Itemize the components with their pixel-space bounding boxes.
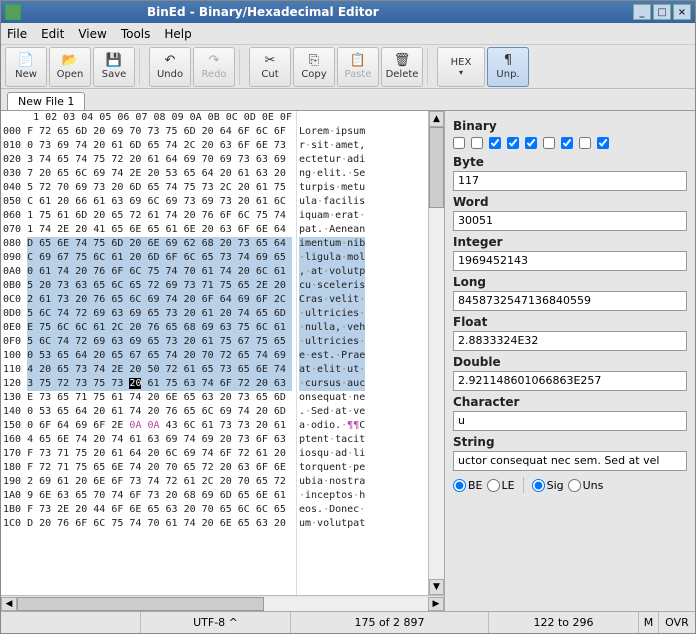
status-ovr[interactable]: OVR (659, 612, 695, 633)
double-label: Double (453, 355, 687, 369)
status-bar: UTF-8 ^ 175 of 2 897 122 to 296 M OVR (1, 611, 695, 633)
long-field[interactable]: 8458732547136840559 (453, 291, 687, 311)
paste-icon: 📋 (350, 54, 366, 68)
float-field[interactable]: 2.8833324E32 (453, 331, 687, 351)
scroll-right-icon[interactable]: ▶ (428, 597, 444, 611)
minimize-button[interactable]: _ (633, 4, 651, 20)
bit-0-checkbox[interactable] (453, 137, 465, 149)
delete-icon: 🗑 (394, 54, 410, 68)
byte-label: Byte (453, 155, 687, 169)
paste-button[interactable]: 📋Paste (337, 47, 379, 87)
vertical-scrollbar[interactable]: ▲ ▼ (428, 111, 444, 595)
menu-file[interactable]: File (7, 27, 27, 41)
sign-uns-radio[interactable]: Uns (568, 479, 604, 492)
window-title: BinEd - Binary/Hexadecimal Editor (27, 5, 631, 19)
bit-3-checkbox[interactable] (507, 137, 519, 149)
bit-5-checkbox[interactable] (543, 137, 555, 149)
cut-button[interactable]: ✂Cut (249, 47, 291, 87)
integer-label: Integer (453, 235, 687, 249)
new-button[interactable]: 📄New (5, 47, 47, 87)
double-field[interactable]: 2.921148601066863E257 (453, 371, 687, 391)
character-field[interactable]: u (453, 411, 687, 431)
bit-4-checkbox[interactable] (525, 137, 537, 149)
bit-8-checkbox[interactable] (597, 137, 609, 149)
delete-button[interactable]: 🗑Delete (381, 47, 423, 87)
hex-editor-pane: 0000100200300400500600700800900A00B00C00… (1, 111, 445, 611)
redo-icon: ↷ (206, 54, 222, 68)
bit-7-checkbox[interactable] (579, 137, 591, 149)
copy-button[interactable]: ⎘Copy (293, 47, 335, 87)
save-icon: 💾 (106, 54, 122, 68)
integer-field[interactable]: 1969452143 (453, 251, 687, 271)
open-button[interactable]: 📂Open (49, 47, 91, 87)
word-field[interactable]: 30051 (453, 211, 687, 231)
pilcrow-icon: ¶ (500, 54, 516, 68)
toolbar: 📄New 📂Open 💾Save ↶Undo ↷Redo ✂Cut ⎘Copy … (1, 45, 695, 89)
undo-button[interactable]: ↶Undo (149, 47, 191, 87)
status-position: 175 of 2 897 (291, 612, 489, 633)
menu-edit[interactable]: Edit (41, 27, 64, 41)
inspector-pane: Binary Byte 117 Word 30051 Integer 19694… (445, 111, 695, 611)
scroll-up-icon[interactable]: ▲ (429, 111, 444, 127)
undo-icon: ↶ (162, 54, 178, 68)
status-m[interactable]: M (639, 612, 659, 633)
open-icon: 📂 (62, 54, 78, 68)
tab-strip: New File 1 (1, 89, 695, 111)
menu-view[interactable]: View (78, 27, 106, 41)
bit-1-checkbox[interactable] (471, 137, 483, 149)
binary-bits (453, 137, 687, 149)
word-label: Word (453, 195, 687, 209)
tab-file[interactable]: New File 1 (7, 92, 85, 110)
endian-be-radio[interactable]: BE (453, 479, 483, 492)
menubar: File Edit View Tools Help (1, 23, 695, 45)
status-selection: 122 to 296 (489, 612, 639, 633)
redo-button[interactable]: ↷Redo (193, 47, 235, 87)
byte-field[interactable]: 117 (453, 171, 687, 191)
sign-sig-radio[interactable]: Sig (532, 479, 564, 492)
status-encoding[interactable]: UTF-8 ^ (141, 612, 291, 633)
titlebar: BinEd - Binary/Hexadecimal Editor _ □ × (1, 1, 695, 23)
horizontal-scrollbar[interactable]: ◀ ▶ (1, 595, 444, 611)
float-label: Float (453, 315, 687, 329)
long-label: Long (453, 275, 687, 289)
hex-mode-button[interactable]: HEX▾ (437, 47, 485, 87)
scroll-left-icon[interactable]: ◀ (1, 597, 17, 611)
new-icon: 📄 (18, 54, 34, 68)
app-icon (5, 4, 21, 20)
menu-tools[interactable]: Tools (121, 27, 151, 41)
save-button[interactable]: 💾Save (93, 47, 135, 87)
menu-help[interactable]: Help (164, 27, 191, 41)
close-button[interactable]: × (673, 4, 691, 20)
endian-le-radio[interactable]: LE (487, 479, 515, 492)
maximize-button[interactable]: □ (653, 4, 671, 20)
cut-icon: ✂ (262, 54, 278, 68)
string-label: String (453, 435, 687, 449)
binary-label: Binary (453, 119, 687, 133)
bit-6-checkbox[interactable] (561, 137, 573, 149)
character-label: Character (453, 395, 687, 409)
bit-2-checkbox[interactable] (489, 137, 501, 149)
unprintable-toggle[interactable]: ¶Unp. (487, 47, 529, 87)
hex-grid[interactable]: 0000100200300400500600700800900A00B00C00… (1, 111, 428, 595)
string-field[interactable]: uctor consequat nec sem. Sed at vel (453, 451, 687, 471)
copy-icon: ⎘ (306, 54, 322, 68)
scroll-down-icon[interactable]: ▼ (429, 579, 444, 595)
status-spacer (1, 612, 141, 633)
